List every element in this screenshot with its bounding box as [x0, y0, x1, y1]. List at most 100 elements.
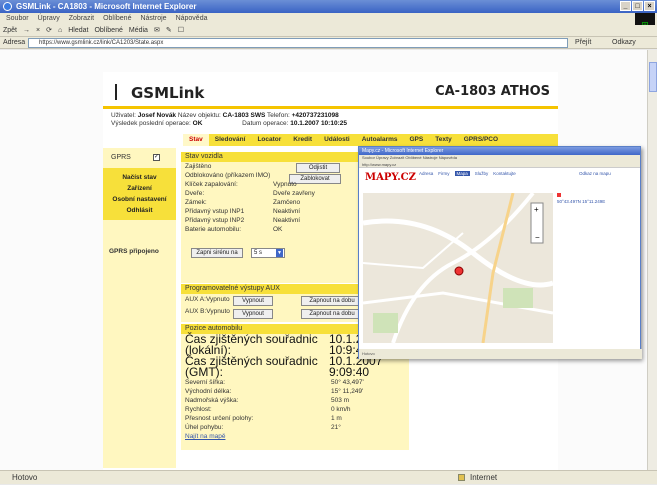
menu-edit[interactable]: Úpravy	[38, 13, 60, 25]
svg-text:+: +	[534, 205, 539, 214]
aux-outputs-panel: Programovatelné výstupy AUX AUX A:Vypnut…	[181, 284, 363, 322]
siren-duration-select[interactable]: 5 s ▼	[251, 248, 285, 258]
position-row: Nadmořská výška: 503 m	[185, 397, 350, 404]
popup-coords[interactable]: 50°43.497N 15°11.249E	[557, 199, 637, 205]
gprs-checkbox[interactable]: ✓	[153, 154, 160, 161]
popup-title-bar: Mapy.cz - Microsoft Internet Explorer	[359, 147, 640, 155]
popup-nav: Adresa Firmy Mapa Služby Kontaktujte	[419, 171, 516, 176]
search-button[interactable]: Hledat	[68, 25, 88, 36]
discuss-icon[interactable]: ☐	[178, 25, 184, 36]
antenna-icon	[115, 84, 127, 100]
mail-icon[interactable]: ✉	[154, 25, 160, 36]
browser-toolbar: Zpět → × ⟳ ⌂ Hledat Oblíbené Média ✉ ✎ ☐	[0, 25, 657, 37]
popup-map-link[interactable]: Odkaz na mapu	[579, 171, 611, 176]
popup-nav-item[interactable]: Kontaktujte	[493, 171, 516, 176]
position-row: Východní délka: 15° 11,249'	[185, 388, 364, 395]
address-label: Adresa	[3, 39, 26, 46]
popup-nav-item[interactable]: Mapa	[454, 171, 470, 176]
maximize-button[interactable]: □	[632, 1, 643, 11]
siren-button[interactable]: Zapni sirénu na	[191, 248, 243, 258]
menu-view[interactable]: Zobrazit	[69, 13, 94, 25]
tab-locator[interactable]: Locator	[251, 134, 287, 146]
popup-status-bar: Hotovo	[359, 349, 642, 359]
tab-stav[interactable]: Stav	[183, 134, 209, 146]
popup-sidebar: 50°43.497N 15°11.249E	[557, 193, 637, 205]
menu-help[interactable]: Nápověda	[176, 13, 208, 25]
internet-zone: Internet	[470, 473, 498, 482]
sidebar-item-nacist-stav[interactable]: Načíst stav	[103, 172, 176, 183]
menu-favorites[interactable]: Oblíbené	[103, 13, 131, 25]
popup-nav-item[interactable]: Firmy	[438, 171, 449, 176]
sidebar-item-odhlasit[interactable]: Odhlásit	[103, 205, 176, 216]
svg-text:−: −	[535, 233, 540, 242]
tab-gps[interactable]: GPS	[404, 134, 430, 146]
gprs-connected-status: GPRS připojeno	[109, 248, 159, 255]
address-bar: Adresa https://www.gsmlink.cz/link/CA120…	[0, 37, 657, 49]
vehicle-status-heading: Stav vozidla	[181, 152, 363, 162]
sidebar: GPRS ✓ Načíst stav Zařízení Osobní nasta…	[103, 148, 176, 468]
vertical-scrollbar[interactable]	[647, 50, 657, 470]
tab-kredit[interactable]: Kredit	[287, 134, 318, 146]
close-button[interactable]: ×	[644, 1, 655, 11]
status-row: Přídavný vstup INP2 Neaktivní	[185, 217, 301, 224]
tab-texty[interactable]: Texty	[429, 134, 458, 146]
tab-udalosti[interactable]: Události	[318, 134, 356, 146]
sidebar-item-zarizeni[interactable]: Zařízení	[103, 183, 176, 194]
aux-a-off-button[interactable]: Vypnout	[233, 296, 273, 306]
chevron-down-icon: ▼	[276, 249, 283, 257]
mapy-logo: MAPY.CZ	[365, 172, 416, 183]
refresh-button[interactable]: ⟳	[46, 25, 52, 36]
street-map[interactable]: + −	[363, 193, 553, 343]
red-pin-icon	[557, 193, 561, 197]
find-on-map-link[interactable]: Najít na mapě	[181, 432, 409, 441]
sidebar-item-osobni-nastaveni[interactable]: Osobní nastavení	[103, 194, 176, 205]
scroll-thumb[interactable]	[649, 62, 657, 92]
position-row: Severní šířka: 50° 43,497'	[185, 379, 364, 386]
status-row: Klíček zapalování: Vypnuto	[185, 181, 297, 188]
map-graphic: + −	[363, 193, 553, 343]
menu-tools[interactable]: Nástroje	[140, 13, 166, 25]
minimize-button[interactable]: _	[620, 1, 631, 11]
status-row: Baterie automobilu: OK	[185, 226, 283, 233]
vehicle-status-panel: Stav vozidla Zajištěno Odblokováno (přík…	[181, 152, 363, 283]
popup-address-bar[interactable]: http://www.mapy.cz	[359, 161, 640, 168]
popup-nav-item[interactable]: Adresa	[419, 171, 433, 176]
aux-a-on-button[interactable]: Zapnout na dobu	[301, 296, 363, 306]
media-button[interactable]: Média	[129, 25, 148, 36]
gsmlink-logo: GSMLink	[115, 82, 204, 102]
position-row: Přesnost určení polohy: 1 m	[185, 415, 342, 422]
address-input[interactable]: https://www.gsmlink.cz/link/CA1203/State…	[28, 38, 568, 48]
tab-gprs-pco[interactable]: GPRS/PCO	[458, 134, 504, 146]
tab-sledovani[interactable]: Sledování	[209, 134, 252, 146]
aux-b-on-button[interactable]: Zapnout na dobu	[301, 309, 363, 319]
zoom-control: + −	[530, 202, 544, 244]
lock-icon	[458, 474, 465, 481]
unsecure-button[interactable]: Odjistit	[296, 163, 340, 173]
favorites-button[interactable]: Oblíbené	[94, 25, 122, 36]
window-title-bar: GSMLink - CA1803 - Microsoft Internet Ex…	[0, 0, 657, 13]
edit-icon[interactable]: ✎	[166, 25, 172, 36]
gmt-time-row: Čas zjištěných souřadnic (GMT): 10.1.2007…	[185, 354, 383, 379]
aux-outputs-heading: Programovatelné výstupy AUX	[181, 284, 363, 294]
status-bar: Hotovo Internet	[0, 470, 657, 484]
location-marker-icon	[454, 266, 464, 276]
popup-nav-item[interactable]: Služby	[475, 171, 489, 176]
status-row: Zámek: Zamčeno	[185, 199, 301, 206]
ie-icon	[3, 2, 12, 11]
home-button[interactable]: ⌂	[58, 25, 62, 36]
device-name: CA-1803 ATHOS	[435, 84, 550, 99]
position-row: Úhel pohybu: 21°	[185, 424, 341, 431]
tab-autoalarms[interactable]: Autoalarms	[356, 134, 404, 146]
window-title: GSMLink - CA1803 - Microsoft Internet Ex…	[16, 2, 197, 11]
aux-b-off-button[interactable]: Vypnout	[233, 309, 273, 319]
go-button[interactable]: Přejít	[575, 37, 591, 49]
stop-button[interactable]: ×	[36, 25, 40, 36]
forward-button[interactable]: →	[23, 25, 30, 36]
back-button[interactable]: Zpět	[3, 25, 17, 36]
links-button[interactable]: Odkazy	[612, 37, 636, 49]
menu-file[interactable]: Soubor	[6, 13, 29, 25]
sidebar-menu: Načíst stav Zařízení Osobní nastavení Od…	[103, 168, 176, 220]
user-info: Uživatel: Josef Novák Název objektu: CA-…	[111, 112, 347, 127]
status-text: Hotovo	[12, 473, 38, 482]
menu-bar: Soubor Úpravy Zobrazit Oblíbené Nástroje…	[0, 13, 657, 25]
